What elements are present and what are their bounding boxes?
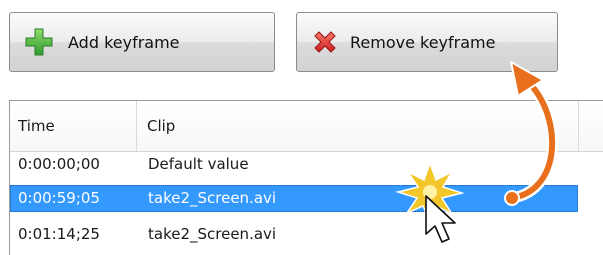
column-header-filler — [578, 101, 603, 151]
row-clip: take2_Screen.avi — [148, 189, 277, 207]
row-clip: take2_Screen.avi — [148, 225, 277, 243]
table-row[interactable]: 0:00:00;00 Default value — [10, 151, 578, 178]
row-time: 0:00:00;00 — [18, 155, 100, 173]
row-time: 0:01:14;25 — [18, 225, 100, 243]
table-row-selected[interactable]: 0:00:59;05 take2_Screen.avi — [10, 185, 578, 212]
table-header: Time Clip — [10, 101, 603, 152]
keyframe-table: Time Clip 0:00:00;00 Default value 0:00:… — [9, 100, 603, 255]
red-x-icon — [310, 27, 340, 57]
remove-keyframe-label: Remove keyframe — [350, 32, 496, 52]
remove-keyframe-button[interactable]: Remove keyframe — [296, 12, 558, 72]
green-plus-icon — [24, 27, 54, 57]
row-time: 0:00:59;05 — [18, 189, 100, 207]
table-row[interactable]: 0:01:14;25 take2_Screen.avi — [10, 221, 578, 248]
column-header-time[interactable]: Time — [10, 101, 136, 151]
row-clip: Default value — [148, 155, 249, 173]
add-keyframe-label: Add keyframe — [68, 32, 180, 52]
column-header-clip[interactable]: Clip — [136, 101, 578, 151]
add-keyframe-button[interactable]: Add keyframe — [9, 12, 275, 72]
